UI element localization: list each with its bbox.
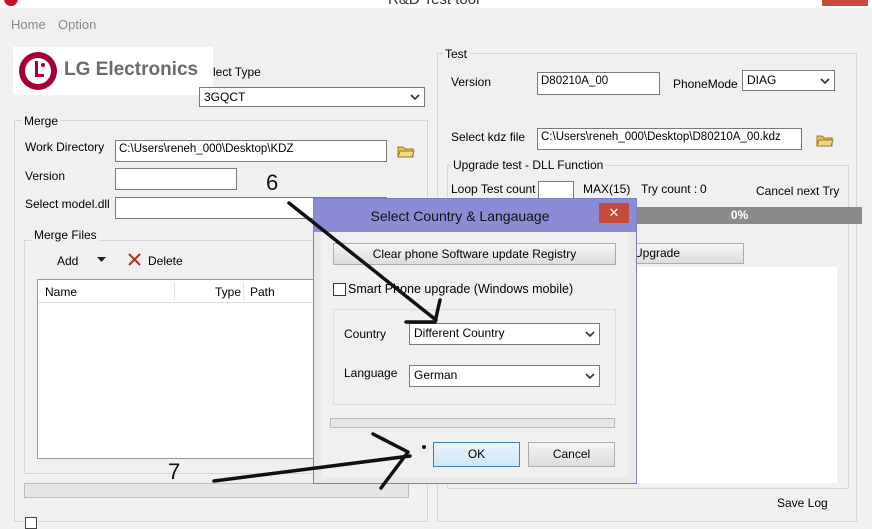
annotation-step-7: 7 (168, 459, 181, 484)
annotation-arrows (212, 201, 442, 490)
annotation-step-6: 6 (266, 170, 279, 195)
